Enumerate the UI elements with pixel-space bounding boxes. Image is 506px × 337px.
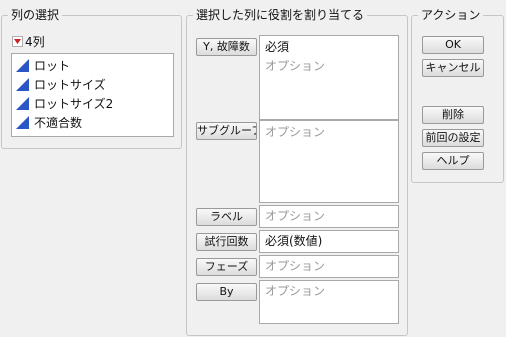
red-triangle-menu-icon[interactable] (12, 35, 23, 47)
y-role-list[interactable]: 必須 オプション (259, 35, 399, 120)
assign-roles-panel: 選択した列に役割を割り当てる Y, 故障数 必須 オプション サブグループ オプ… (186, 8, 408, 336)
label-role-optional: オプション (265, 209, 326, 223)
list-item[interactable]: ロット (16, 56, 70, 75)
y-role-required: 必須 (265, 40, 290, 54)
by-role-optional: オプション (265, 284, 326, 298)
continuous-triangle-icon (16, 97, 29, 110)
action-legend: アクション (418, 8, 484, 22)
list-item[interactable]: ロットサイズ2 (16, 94, 113, 113)
column-name: ロットサイズ (34, 78, 106, 92)
list-item[interactable]: ロットサイズ (16, 75, 106, 94)
assign-roles-legend: 選択した列に役割を割り当てる (193, 8, 368, 22)
trials-role-button[interactable]: 試行回数 (196, 233, 257, 251)
label-role-list[interactable]: オプション (259, 205, 399, 228)
phase-role-optional: オプション (265, 259, 326, 273)
column-list[interactable]: ロット ロットサイズ ロットサイズ2 不適合数 (11, 53, 174, 137)
column-name: ロットサイズ2 (34, 97, 114, 111)
y-role-optional: オプション (265, 59, 326, 73)
trials-role-list[interactable]: 必須(数値) (259, 230, 399, 253)
subgroup-role-optional: オプション (265, 125, 326, 139)
continuous-triangle-icon (16, 59, 29, 72)
action-panel: アクション OK キャンセル 削除 前回の設定 ヘルプ (411, 8, 504, 183)
column-count-label: 4列 (25, 34, 45, 49)
column-select-panel: 列の選択 4列 ロット ロットサイズ ロットサイズ2 不適合数 (1, 8, 182, 149)
phase-role-button[interactable]: フェーズ (196, 258, 257, 276)
subgroup-role-list[interactable]: オプション (259, 120, 399, 203)
y-role-button[interactable]: Y, 故障数 (196, 38, 257, 56)
column-select-legend: 列の選択 (8, 8, 63, 22)
label-role-button[interactable]: ラベル (196, 208, 257, 226)
ok-button[interactable]: OK (422, 36, 484, 54)
phase-role-list[interactable]: オプション (259, 255, 399, 278)
list-item[interactable]: 不適合数 (16, 113, 82, 132)
subgroup-role-button[interactable]: サブグループ (196, 122, 257, 140)
remove-button[interactable]: 削除 (422, 106, 484, 124)
recall-button[interactable]: 前回の設定 (422, 129, 484, 147)
column-name: ロット (34, 59, 71, 73)
help-button[interactable]: ヘルプ (422, 152, 484, 170)
continuous-triangle-icon (16, 116, 29, 129)
cancel-button[interactable]: キャンセル (422, 59, 484, 77)
by-role-list[interactable]: オプション (259, 280, 399, 324)
column-name: 不適合数 (34, 116, 83, 130)
trials-role-required: 必須(数値) (265, 234, 323, 248)
by-role-button[interactable]: By (196, 283, 257, 301)
continuous-triangle-icon (16, 78, 29, 91)
column-count-menu[interactable]: 4列 (12, 34, 45, 49)
